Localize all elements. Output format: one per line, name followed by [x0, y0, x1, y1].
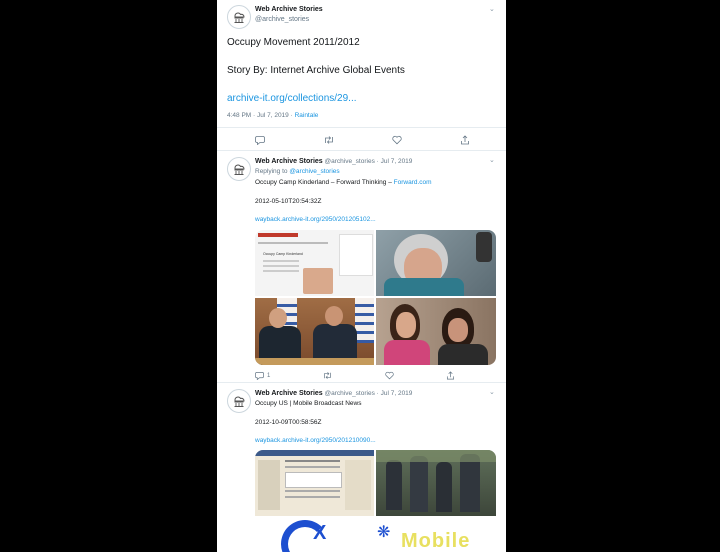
media-grid[interactable]: X ❋ Mobile	[255, 450, 496, 552]
face	[448, 318, 468, 342]
tweet-date[interactable]: · Jul 7, 2019	[377, 158, 413, 165]
reply-action[interactable]: 1	[255, 371, 270, 380]
thumb-photo	[303, 268, 333, 294]
trees	[376, 450, 496, 462]
author-handle[interactable]: @archive_stories	[325, 390, 375, 397]
source-link[interactable]: Forward.com	[394, 179, 432, 186]
reply-title: Occupy Camp Kinderland – Forward Thinkin…	[255, 179, 394, 186]
reply-icon[interactable]	[255, 135, 265, 145]
text-line	[263, 265, 299, 267]
handshake-photo[interactable]	[255, 298, 374, 365]
site-sidebar	[258, 460, 280, 510]
tweet-client[interactable]: Raintale	[295, 112, 319, 119]
tweet-line-story-by: Story By: Internet Archive Global Events	[227, 65, 405, 76]
officer	[436, 462, 452, 512]
tweet-line-title: Occupy Movement 2011/2012	[227, 37, 360, 48]
face	[325, 306, 343, 326]
webpage-thumbnail[interactable]	[255, 450, 374, 516]
tweet-time[interactable]: 4:48 PM · Jul 7, 2019 ·	[227, 112, 295, 119]
logo-mark: X	[313, 522, 327, 544]
avatar[interactable]	[227, 5, 251, 29]
reply-actions: 1	[255, 371, 455, 380]
police-photo[interactable]	[376, 450, 496, 516]
text-line	[285, 466, 340, 468]
replying-to-handle[interactable]: @archive_stories	[289, 168, 339, 175]
text-line	[285, 496, 340, 498]
author-handle[interactable]: @archive_stories	[255, 16, 309, 23]
reply-timestamp: 2012-05-10T20:54:32Z	[255, 198, 322, 205]
main-tweet-header: Web Archive Stories @archive_stories ⌄	[227, 5, 502, 29]
tweet-meta: 4:48 PM · Jul 7, 2019 · Raintale	[227, 112, 318, 119]
tweet-date[interactable]: · Jul 7, 2019	[377, 390, 413, 397]
site-header	[255, 450, 374, 456]
webpage-thumbnail[interactable]: Occupy Camp Kinderland	[255, 230, 374, 296]
table-edge	[255, 358, 374, 365]
main-tweet-actions	[255, 135, 470, 145]
face	[396, 312, 416, 338]
like-icon[interactable]	[385, 371, 394, 380]
author-name[interactable]: Web Archive Stories	[255, 6, 323, 13]
clothing	[384, 340, 430, 365]
text-line	[258, 242, 328, 244]
flag	[355, 298, 374, 343]
clothing	[384, 278, 464, 296]
like-icon[interactable]	[392, 135, 402, 145]
author-handle[interactable]: @archive_stories	[325, 158, 375, 165]
avatar[interactable]	[227, 389, 251, 413]
tweet-thread-panel: Web Archive Stories @archive_stories ⌄ O…	[217, 0, 506, 552]
content-box	[285, 472, 342, 488]
women-photo[interactable]	[376, 298, 496, 365]
share-icon[interactable]	[446, 371, 455, 380]
mobile-broadcast-banner[interactable]: X ❋ Mobile	[255, 518, 496, 552]
archive-cloud-icon	[234, 164, 245, 175]
main-tweet-body: Occupy Movement 2011/2012 Story By: Inte…	[227, 36, 497, 106]
reply-title: Occupy US | Mobile Broadcast News	[255, 400, 362, 407]
text-line	[285, 490, 340, 492]
portrait-photo[interactable]	[376, 230, 496, 296]
face	[269, 308, 287, 328]
microphone	[476, 232, 492, 262]
reply-icon[interactable]	[255, 371, 264, 380]
clothing	[438, 344, 488, 365]
replying-to-line: Replying to @archive_stories	[255, 167, 340, 177]
officer	[460, 454, 480, 512]
chevron-down-icon[interactable]: ⌄	[489, 388, 495, 396]
site-logo	[258, 233, 298, 237]
retweet-icon[interactable]	[322, 371, 333, 380]
reply-tweet[interactable]: Web Archive Stories @archive_stories · J…	[217, 150, 506, 382]
replying-to-label: Replying to	[255, 168, 290, 175]
archive-cloud-icon	[234, 12, 245, 23]
text-line	[285, 460, 340, 462]
reply-count: 1	[267, 372, 271, 379]
collection-link[interactable]: archive-it.org/collections/29...	[227, 92, 497, 106]
banner-title: Mobile	[401, 530, 471, 552]
thumb-headline: Occupy Camp Kinderland	[263, 252, 303, 256]
archive-cloud-icon	[234, 396, 245, 407]
retweet-icon[interactable]	[323, 135, 335, 145]
author-name[interactable]: Web Archive Stories	[255, 390, 323, 397]
officer	[410, 456, 428, 512]
media-grid[interactable]: Occupy Camp Kinderland	[255, 230, 496, 365]
reply-tweet[interactable]: Web Archive Stories @archive_stories · J…	[217, 382, 506, 552]
antenna-icon: ❋	[377, 524, 391, 541]
officer	[386, 460, 402, 510]
sidebar-box	[339, 234, 373, 276]
divider	[217, 127, 506, 128]
reply-header: Web Archive Stories @archive_stories · J…	[255, 157, 412, 167]
chevron-down-icon[interactable]: ⌄	[489, 156, 495, 164]
reply-timestamp: 2012-10-09T00:58:56Z	[255, 419, 322, 426]
site-sidebar	[345, 460, 371, 510]
wayback-link[interactable]: wayback.archive-it.org/2950/201205102...	[255, 215, 376, 225]
reply-title-line: Occupy Camp Kinderland – Forward Thinkin…	[255, 178, 432, 188]
avatar[interactable]	[227, 157, 251, 181]
text-line	[263, 260, 299, 262]
author-name[interactable]: Web Archive Stories	[255, 158, 323, 165]
chevron-down-icon[interactable]: ⌄	[489, 5, 495, 13]
text-line	[263, 270, 299, 272]
share-icon[interactable]	[460, 135, 470, 145]
wayback-link[interactable]: wayback.archive-it.org/2950/201210090...	[255, 436, 376, 446]
reply-header: Web Archive Stories @archive_stories · J…	[255, 389, 412, 399]
